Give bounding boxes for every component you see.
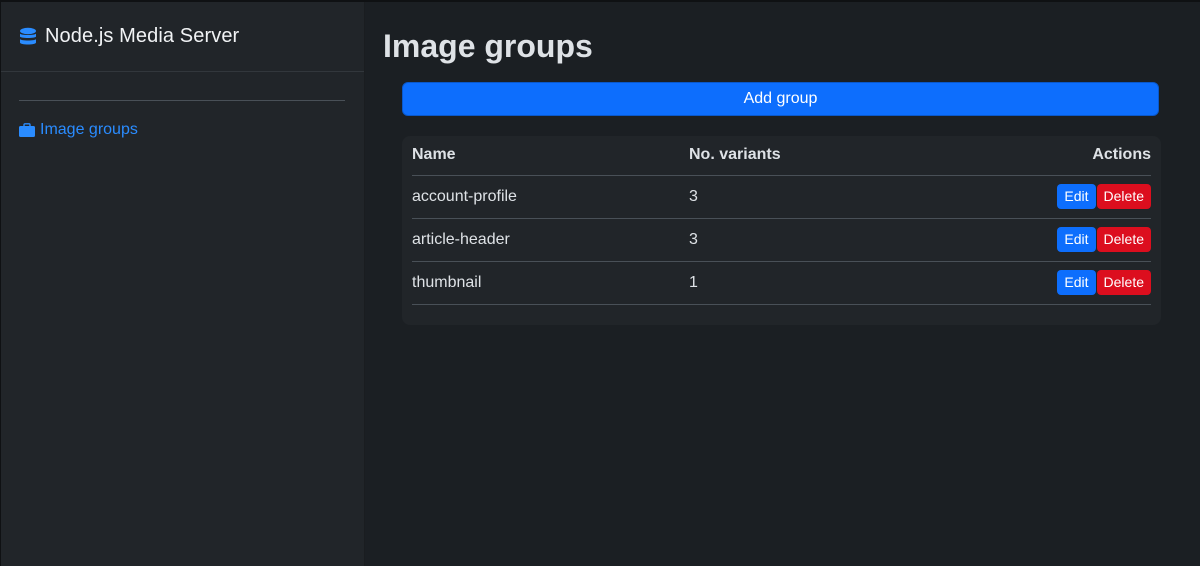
brand[interactable]: Node.js Media Server <box>1 2 364 72</box>
app: Node.js Media Server Image groups Image … <box>0 0 1200 566</box>
sidebar-item-image-groups[interactable]: Image groups <box>19 121 364 139</box>
header-variants: No. variants <box>689 136 918 176</box>
main-content: Image groups Add group Name No. variants… <box>365 2 1200 566</box>
delete-button[interactable]: Delete <box>1096 227 1151 252</box>
row-name: article-header <box>412 218 689 262</box>
groups-table: Name No. variants Actions account-profil… <box>412 136 1151 305</box>
groups-table-card: Name No. variants Actions account-profil… <box>402 136 1161 325</box>
row-actions: Edit Delete <box>917 261 1151 305</box>
edit-button[interactable]: Edit <box>1057 184 1096 209</box>
table-header-row: Name No. variants Actions <box>412 136 1151 176</box>
briefcase-icon <box>19 123 35 137</box>
row-name: thumbnail <box>412 261 689 305</box>
sidebar-nav: Image groups <box>1 101 364 139</box>
page-title: Image groups <box>383 28 593 64</box>
edit-button[interactable]: Edit <box>1057 227 1096 252</box>
row-variants: 1 <box>689 261 918 305</box>
edit-button[interactable]: Edit <box>1057 270 1096 295</box>
table-row: account-profile 3 Edit Delete <box>412 175 1151 219</box>
header-actions: Actions <box>917 136 1151 176</box>
delete-button[interactable]: Delete <box>1096 184 1151 209</box>
header-name: Name <box>412 136 689 176</box>
brand-title: Node.js Media Server <box>45 25 240 47</box>
delete-button[interactable]: Delete <box>1096 270 1151 295</box>
row-name: account-profile <box>412 175 689 219</box>
row-variants: 3 <box>689 218 918 262</box>
add-group-button[interactable]: Add group <box>402 82 1159 116</box>
table-row: article-header 3 Edit Delete <box>412 218 1151 262</box>
content-area: Add group Name No. variants Actions acco… <box>383 82 1161 325</box>
table-row: thumbnail 1 Edit Delete <box>412 261 1151 305</box>
sidebar: Node.js Media Server Image groups <box>1 2 365 566</box>
row-actions: Edit Delete <box>917 175 1151 219</box>
row-actions: Edit Delete <box>917 218 1151 262</box>
database-icon <box>19 27 37 47</box>
row-variants: 3 <box>689 175 918 219</box>
sidebar-item-label: Image groups <box>40 121 138 138</box>
